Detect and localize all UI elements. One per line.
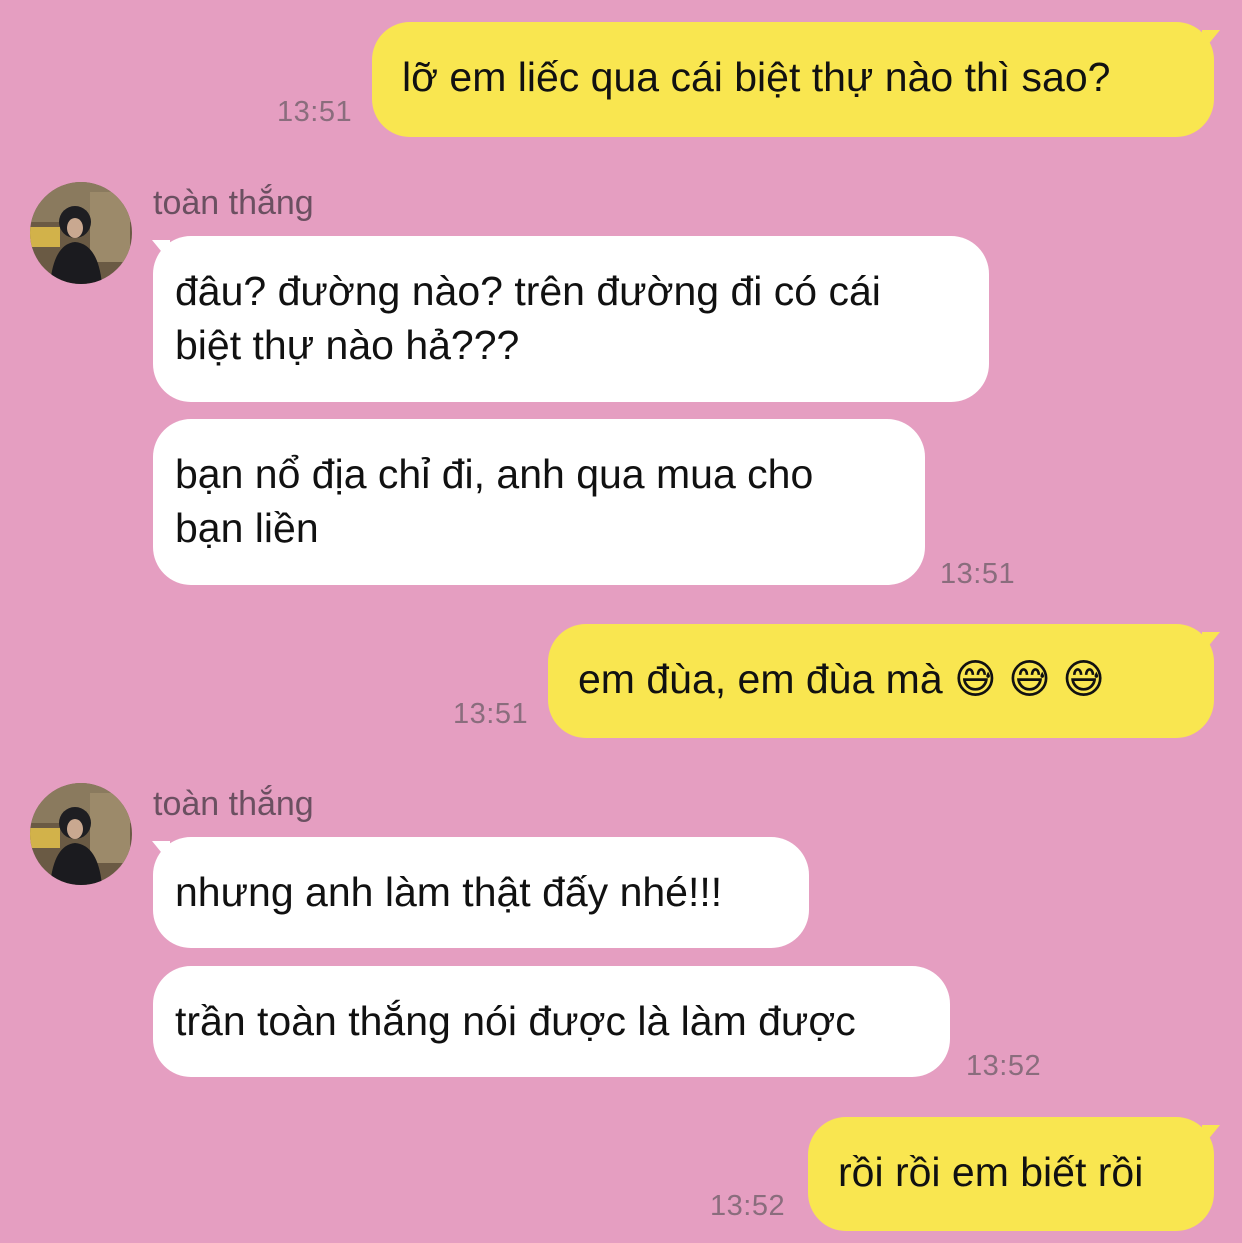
incoming-message-bubble[interactable]: trần toàn thắng nói được là làm được (153, 966, 950, 1077)
avatar-photo-icon (30, 182, 132, 284)
message-timestamp: 13:51 (940, 558, 1016, 590)
avatar-photo-icon (30, 783, 132, 885)
avatar[interactable] (30, 783, 132, 885)
incoming-message-bubble[interactable]: đâu? đường nào? trên đường đi có cái biệ… (153, 236, 989, 402)
message-timestamp: 13:51 (453, 698, 529, 730)
incoming-message-bubble[interactable]: nhưng anh làm thật đấy nhé!!! (153, 837, 809, 948)
outgoing-message-bubble[interactable]: lỡ em liếc qua cái biệt thự nào thì sao? (372, 22, 1214, 137)
outgoing-message-bubble[interactable]: em đùa, em đùa mà 😅 😅 😅 (548, 624, 1214, 738)
incoming-message-bubble[interactable]: bạn nổ địa chỉ đi, anh qua mua cho bạn l… (153, 419, 925, 585)
message-timestamp: 13:51 (277, 96, 353, 128)
sender-name: toàn thắng (153, 184, 314, 222)
message-timestamp: 13:52 (710, 1190, 786, 1222)
outgoing-message-bubble[interactable]: rồi rồi em biết rồi (808, 1117, 1214, 1231)
message-timestamp: 13:52 (966, 1050, 1042, 1082)
avatar[interactable] (30, 182, 132, 284)
sender-name: toàn thắng (153, 785, 314, 823)
